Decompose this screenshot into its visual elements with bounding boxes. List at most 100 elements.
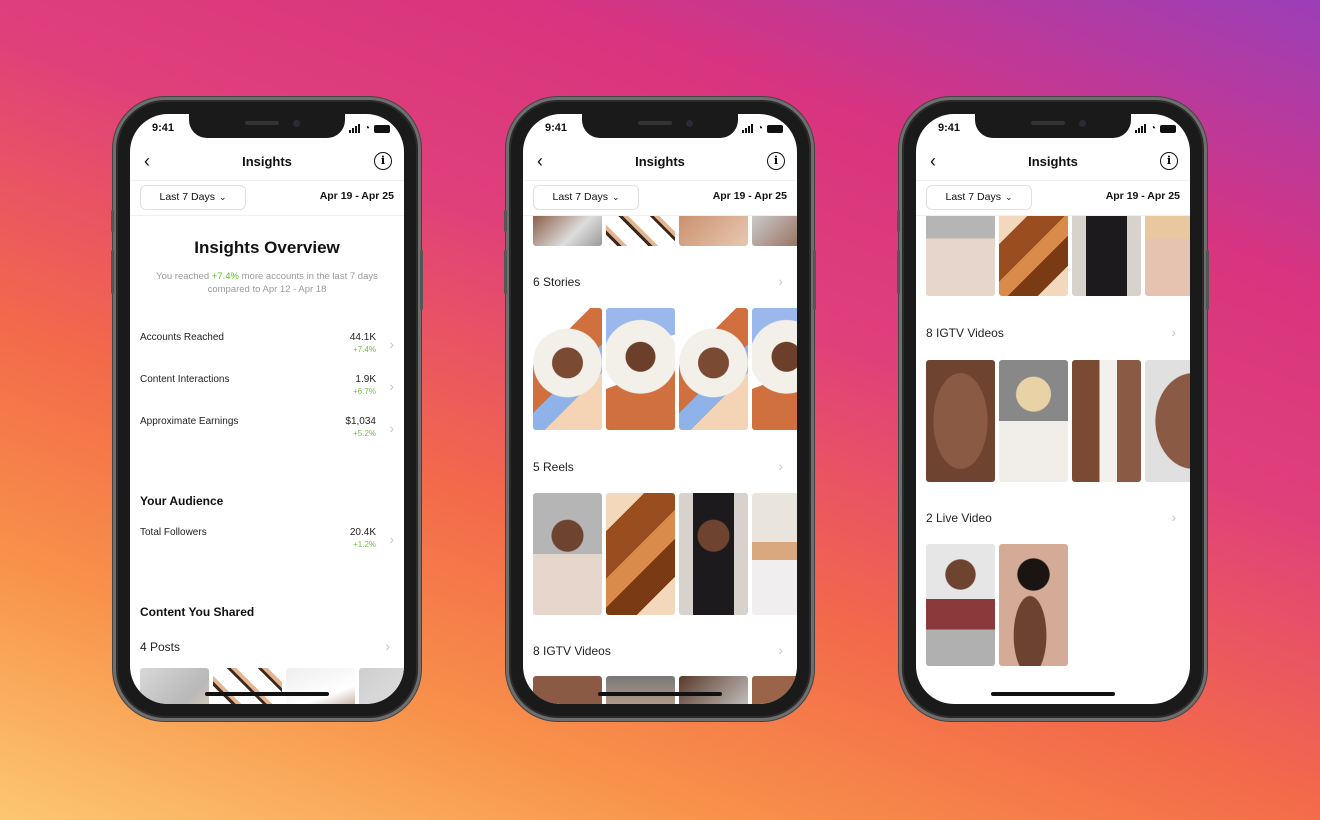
igtv-thumbnails: [533, 676, 797, 704]
metric-value: 1.9K: [355, 374, 376, 385]
date-range-label: Last 7 Days: [159, 191, 215, 203]
row-label: 4 Posts: [140, 640, 181, 654]
row-stories[interactable]: 6 Stories ›: [533, 273, 787, 293]
phone-insights-overview: 9:41 ◔ ‹ Insights i Last 7 Days ⌄ Apr 19 …: [111, 97, 423, 721]
reel-thumbnail[interactable]: [533, 493, 602, 615]
status-bar: 9:41 ◔: [523, 122, 797, 138]
story-thumbnail[interactable]: [752, 308, 797, 430]
row-posts[interactable]: 4 Posts ›: [140, 638, 394, 658]
row-igtv[interactable]: 8 IGTV Videos ›: [926, 324, 1180, 344]
chevron-right-icon: ›: [1171, 324, 1176, 340]
signal-icon: [1134, 124, 1146, 133]
post-thumbnail[interactable]: [359, 668, 404, 704]
date-range-dropdown[interactable]: Last 7 Days ⌄: [926, 185, 1032, 210]
chevron-down-icon: ⌄: [611, 192, 620, 202]
reels-thumbnails: [926, 216, 1190, 296]
date-range-text: Apr 19 - Apr 25: [712, 190, 787, 202]
chevron-right-icon: ›: [1171, 509, 1176, 525]
chevron-right-icon: ›: [389, 531, 394, 547]
igtv-thumbnail[interactable]: [679, 676, 748, 704]
nav-header: ‹ Insights i: [523, 150, 797, 174]
igtv-thumbnail[interactable]: [533, 676, 602, 704]
chevron-down-icon: ⌄: [1004, 192, 1013, 202]
igtv-thumbnail[interactable]: [926, 360, 995, 482]
date-range-text: Apr 19 - Apr 25: [1105, 190, 1180, 202]
overview-title: Insights Overview: [194, 238, 340, 257]
reel-thumbnail[interactable]: [679, 493, 748, 615]
post-thumbnail[interactable]: [752, 216, 797, 246]
post-thumbnail[interactable]: [533, 216, 602, 246]
igtv-thumbnail[interactable]: [1072, 360, 1141, 482]
metric-accounts-reached[interactable]: Accounts Reached 44.1K +7.4% ›: [140, 332, 394, 368]
reel-thumbnail[interactable]: [1145, 216, 1190, 296]
power-button: [813, 250, 816, 310]
status-bar: 9:41 ◔: [130, 122, 404, 138]
story-thumbnail[interactable]: [533, 308, 602, 430]
metric-label: Approximate Earnings: [140, 416, 239, 427]
story-thumbnail[interactable]: [606, 308, 675, 430]
row-reels[interactable]: 5 Reels ›: [533, 458, 787, 478]
metric-total-followers[interactable]: Total Followers 20.4K +1.2% ›: [140, 527, 394, 563]
mute-switch: [897, 210, 900, 232]
power-button: [1206, 250, 1209, 310]
date-range-label: Last 7 Days: [945, 191, 1001, 203]
live-thumbnail[interactable]: [926, 544, 995, 666]
metric-change: +6.7%: [353, 387, 376, 396]
mute-switch: [111, 210, 114, 232]
post-thumbnail[interactable]: [679, 216, 748, 246]
row-igtv[interactable]: 8 IGTV Videos ›: [533, 642, 787, 662]
igtv-thumbnail[interactable]: [1145, 360, 1190, 482]
row-live[interactable]: 2 Live Video ›: [926, 509, 1180, 529]
scroll-content[interactable]: 6 Stories › 5 Reels › 8 IGTV Videos ›: [523, 216, 797, 704]
power-button: [420, 250, 423, 310]
section-title-audience: Your Audience: [140, 494, 224, 508]
wifi-icon: ◔: [363, 123, 370, 134]
info-icon[interactable]: i: [1160, 152, 1178, 170]
mute-switch: [504, 210, 507, 232]
status-time: 9:41: [152, 122, 175, 134]
date-range-dropdown[interactable]: Last 7 Days ⌄: [533, 185, 639, 210]
post-thumbnail[interactable]: [606, 216, 675, 246]
igtv-thumbnail[interactable]: [999, 360, 1068, 482]
metric-label: Total Followers: [140, 527, 207, 538]
metric-value: 44.1K: [349, 332, 376, 343]
phone-content-stories-reels: 9:41 ◔ ‹ Insights i Last 7 Days ⌄ Apr 19 …: [504, 97, 816, 721]
post-thumbnail[interactable]: [286, 668, 355, 704]
home-indicator: [991, 692, 1115, 696]
metric-change: +1.2%: [353, 540, 376, 549]
row-label: 2 Live Video: [926, 511, 992, 525]
metric-approximate-earnings[interactable]: Approximate Earnings $1,034 +5.2% ›: [140, 416, 394, 452]
live-thumbnail[interactable]: [999, 544, 1068, 666]
story-thumbnail[interactable]: [679, 308, 748, 430]
nav-header: ‹ Insights i: [916, 150, 1190, 174]
post-thumbnail[interactable]: [213, 668, 282, 704]
metric-value: $1,034: [345, 416, 376, 427]
home-indicator: [205, 692, 329, 696]
igtv-thumbnail[interactable]: [606, 676, 675, 704]
post-thumbnail[interactable]: [140, 668, 209, 704]
reel-thumbnail[interactable]: [606, 493, 675, 615]
filter-bar: Last 7 Days ⌄ Apr 19 - Apr 25: [130, 180, 404, 216]
section-title-content: Content You Shared: [140, 605, 255, 619]
screen: 9:41 ◔ ‹ Insights i Last 7 Days ⌄ Apr 19 …: [916, 114, 1190, 704]
igtv-thumbnail[interactable]: [752, 676, 797, 704]
phone-content-igtv-live: 9:41 ◔ ‹ Insights i Last 7 Days ⌄ Apr 19 …: [897, 97, 1209, 721]
scroll-content[interactable]: 8 IGTV Videos › 2 Live Video ›: [916, 216, 1190, 704]
reel-thumbnail[interactable]: [1072, 216, 1141, 296]
info-icon[interactable]: i: [374, 152, 392, 170]
reel-thumbnail[interactable]: [999, 216, 1068, 296]
scroll-content[interactable]: Insights Overview You reached +7.4% more…: [130, 216, 404, 704]
reel-thumbnail[interactable]: [926, 216, 995, 296]
home-indicator: [598, 692, 722, 696]
battery-icon: [767, 125, 783, 133]
chevron-right-icon: ›: [778, 458, 783, 474]
igtv-thumbnails: [926, 360, 1190, 482]
date-range-dropdown[interactable]: Last 7 Days ⌄: [140, 185, 246, 210]
status-time: 9:41: [545, 122, 568, 134]
chevron-right-icon: ›: [385, 638, 390, 654]
row-label: 8 IGTV Videos: [533, 644, 611, 658]
metric-content-interactions[interactable]: Content Interactions 1.9K +6.7% ›: [140, 374, 394, 410]
info-icon[interactable]: i: [767, 152, 785, 170]
screen: 9:41 ◔ ‹ Insights i Last 7 Days ⌄ Apr 19 …: [130, 114, 404, 704]
reel-thumbnail[interactable]: [752, 493, 797, 615]
